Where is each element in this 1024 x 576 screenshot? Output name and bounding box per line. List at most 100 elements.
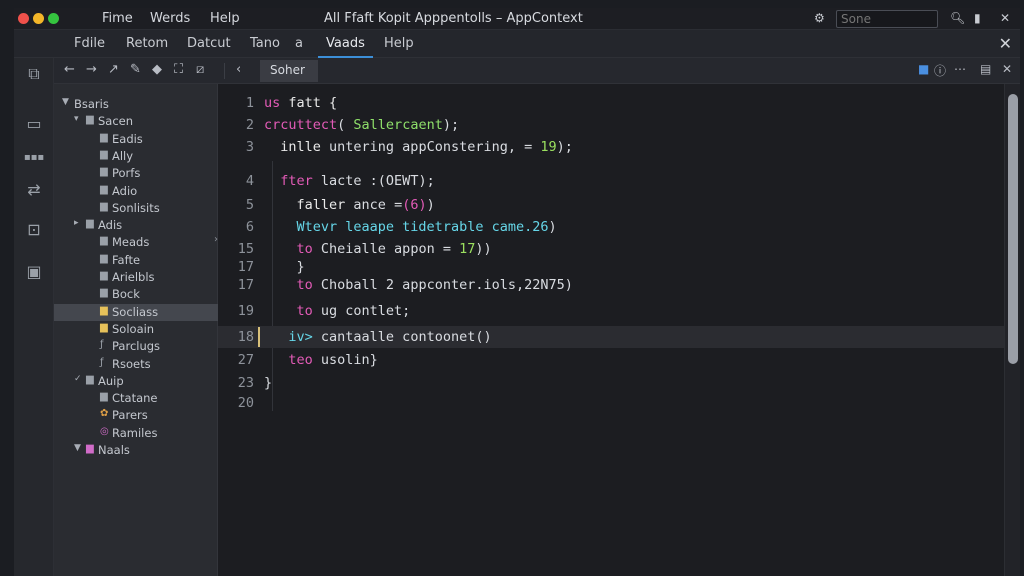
code-token: crcuttect <box>264 117 338 133</box>
diff-icon[interactable]: ⧄ <box>196 62 204 77</box>
tree-item[interactable]: ▼ ▆ Naals <box>54 442 218 459</box>
menu-vaads[interactable]: Vaads <box>318 36 373 58</box>
title-bar: Fime Werds Help All Ffaft Kopit Apppento… <box>14 8 1020 30</box>
code-token: } <box>264 259 305 275</box>
fullscreen-icon[interactable]: ⛶ <box>174 62 183 77</box>
code-line[interactable]: 20 <box>218 392 1004 414</box>
chevron-left-icon[interactable]: ‹ <box>236 62 241 77</box>
menu-tano[interactable]: Tano <box>250 36 280 51</box>
menu-datcut[interactable]: Datcut <box>187 36 231 51</box>
title-search-input[interactable] <box>836 10 938 28</box>
title-menu-words[interactable]: Werds <box>150 11 190 26</box>
tree-item[interactable]: ƒ Rsoets <box>54 356 218 373</box>
code-line[interactable]: 19 to ug contlet; <box>218 300 1004 322</box>
line-number: 15 <box>237 241 254 257</box>
close-window-button[interactable] <box>18 13 29 24</box>
code-line[interactable]: 17 to Choball 2 appconter.iols,22N75) <box>218 274 1004 296</box>
twisty-icon[interactable]: ▼ <box>74 443 81 453</box>
tab-soher[interactable]: Soher <box>260 60 318 82</box>
debug-icon[interactable]: ⊡ <box>14 220 54 239</box>
layout-icon[interactable]: ▤ <box>980 62 991 76</box>
tree-item[interactable]: ▆ Meads <box>54 234 218 251</box>
tree-item[interactable]: ▸ ▆ Adis <box>54 217 218 234</box>
tree-item[interactable]: ▆ Adio <box>54 183 218 200</box>
tree-item[interactable]: ƒ Parclugs <box>54 338 218 355</box>
menu-retom[interactable]: Retom <box>126 36 168 51</box>
close-icon[interactable]: ✕ <box>1002 62 1012 76</box>
search-icon[interactable]: 🔍︎ <box>950 11 965 25</box>
bookmark-icon[interactable]: ▮ <box>974 11 981 25</box>
file-icon: ✿ <box>100 408 109 420</box>
maximize-window-button[interactable] <box>48 13 59 24</box>
title-menu-file[interactable]: Fime <box>102 11 133 26</box>
vertical-scrollbar[interactable] <box>1004 84 1020 576</box>
twisty-icon[interactable]: ▼ <box>62 97 69 107</box>
settings-icon[interactable]: ⚙ <box>814 11 825 25</box>
up-arrow-icon[interactable]: ↗ <box>108 62 119 77</box>
back-arrow-icon[interactable]: ← <box>64 62 75 77</box>
pin-icon[interactable]: ◆ <box>152 62 162 77</box>
code-editor[interactable]: 1 us fatt {2 crcuttect( Sallercaent); 3 inl… <box>218 84 1004 576</box>
menu-a[interactable]: a <box>295 36 303 51</box>
tree-item[interactable]: ◎ Ramiles <box>54 425 218 442</box>
code-line[interactable]: 5 faller ance =(6)) <box>218 194 1004 216</box>
code-line[interactable]: 1 us fatt { <box>218 92 1004 114</box>
code-line[interactable]: 27 teo usolin} <box>218 349 1004 371</box>
tree-item[interactable]: ▾ ▆ Sacen <box>54 113 218 130</box>
twisty-icon[interactable]: ▾ <box>74 114 79 124</box>
menu-file[interactable]: Fdile <box>74 36 105 51</box>
tree-item[interactable]: ▼ Bsaris <box>54 96 218 113</box>
tree-item-label: Adio <box>112 183 138 198</box>
code-line[interactable]: 2 crcuttect( Sallercaent); <box>218 114 1004 136</box>
tree-item-label: Ctatane <box>112 391 158 406</box>
code-line[interactable]: 6 Wtevr leaape tidetrable came.26) <box>218 216 1004 238</box>
more-icon[interactable]: ▪▪▪ <box>14 152 54 163</box>
tree-item[interactable]: ▆ Porfs <box>54 165 218 182</box>
file-icon: ▆ <box>100 252 108 264</box>
source-control-icon[interactable]: ⇄ <box>14 180 54 199</box>
tree-item[interactable]: ▆ Fafte <box>54 252 218 269</box>
tree-item[interactable]: ▆ Socliass <box>54 303 218 321</box>
forward-arrow-icon[interactable]: → <box>86 62 97 77</box>
title-menu-help[interactable]: Help <box>210 11 240 26</box>
tree-item[interactable]: ✓ ▆ Auip <box>54 373 218 390</box>
chat-icon[interactable]: ▭ <box>14 114 54 133</box>
edit-icon[interactable]: ✎ <box>130 62 141 77</box>
tree-item[interactable]: ▆ Bock <box>54 286 218 303</box>
app-window: Fime Werds Help All Ffaft Kopit Apppento… <box>14 8 1020 576</box>
code-token: ( <box>337 117 354 133</box>
tree-item[interactable]: ▆ Sonlisits <box>54 200 218 217</box>
close-icon[interactable]: ✕ <box>999 34 1012 53</box>
code-line[interactable]: 18 iv> cantaalle contoonet() <box>218 326 1004 348</box>
window-title: All Ffaft Kopit Apppentolls – AppContext <box>324 11 583 26</box>
more-actions-icon[interactable]: ⋯ <box>954 62 966 76</box>
split-editor-icon[interactable]: ■ <box>918 62 929 76</box>
tree-item[interactable]: ▆ Soloain <box>54 321 218 338</box>
twisty-icon[interactable]: ▸ <box>74 218 79 228</box>
tree-item[interactable]: ▆ Arielbls <box>54 269 218 286</box>
twisty-icon[interactable]: ✓ <box>74 374 82 384</box>
code-token: ); <box>556 139 573 155</box>
scrollbar-thumb[interactable] <box>1008 94 1018 364</box>
line-number: 23 <box>237 375 254 391</box>
extensions-icon[interactable]: ▣ <box>14 262 54 281</box>
minimize-window-button[interactable] <box>33 13 44 24</box>
tree-item-label: Parclugs <box>112 339 161 354</box>
close-icon[interactable]: ✕ <box>1000 11 1010 25</box>
tree-item[interactable]: ▆ Eadis <box>54 131 218 148</box>
code-line[interactable]: 4 fter lacte :(OEWT); <box>218 170 1004 192</box>
explorer-icon[interactable]: ⧉ <box>14 64 54 84</box>
tree-item-label: Adis <box>98 218 123 233</box>
tree-item[interactable]: ✿ Parers <box>54 407 218 424</box>
file-icon: ▆ <box>100 166 108 178</box>
tree-item[interactable]: ▆ Ally <box>54 148 218 165</box>
info-icon[interactable]: ⓘ <box>934 62 946 79</box>
code-token: Wtevr leaape tidetrable came.26 <box>296 219 549 235</box>
menu-help[interactable]: Help <box>384 36 414 51</box>
code-line[interactable]: 3 inlle untering appConstering, = 19); <box>218 136 1004 158</box>
code-line[interactable]: 23} <box>218 372 1004 394</box>
tree-item[interactable]: ▆ Ctatane <box>54 390 218 407</box>
